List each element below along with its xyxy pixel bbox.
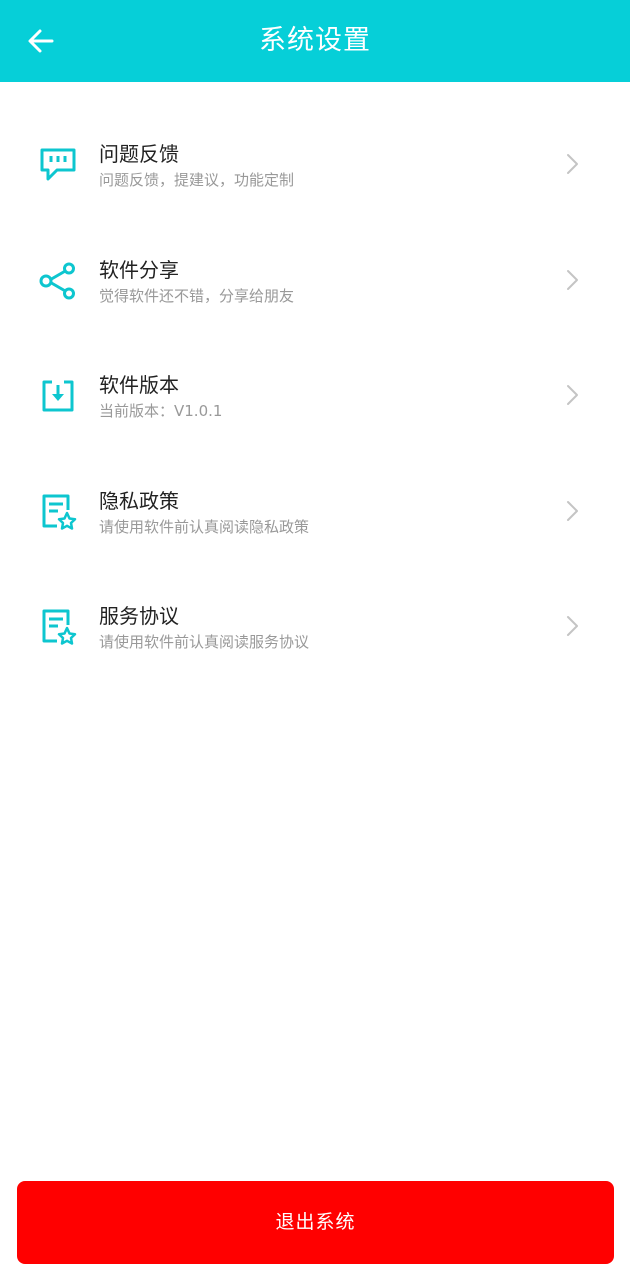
document-star-icon bbox=[42, 494, 77, 530]
document-star-icon bbox=[42, 609, 77, 645]
menu-item-share[interactable]: 软件分享 觉得软件还不错，分享给朋友 bbox=[0, 223, 630, 339]
menu-item-feedback[interactable]: 问题反馈 问题反馈，提建议，功能定制 bbox=[0, 107, 630, 223]
menu-item-desc: 觉得软件还不错，分享给朋友 bbox=[99, 286, 295, 305]
app-header: 系统设置 bbox=[0, 0, 630, 82]
chevron-right-icon bbox=[567, 154, 578, 174]
menu-item-version[interactable]: 软件版本 当前版本：V1.0.1 bbox=[0, 338, 630, 454]
logout-button[interactable]: 退出系统 bbox=[17, 1181, 614, 1264]
menu-item-service-agreement[interactable]: 服务协议 请使用软件前认真阅读服务协议 bbox=[0, 569, 630, 685]
chevron-right-icon bbox=[567, 269, 578, 290]
menu-item-title: 软件版本 bbox=[99, 373, 179, 397]
download-icon bbox=[42, 380, 74, 412]
chevron-right-icon bbox=[567, 500, 578, 521]
page-title: 系统设置 bbox=[259, 25, 371, 56]
menu-item-desc: 当前版本：V1.0.1 bbox=[99, 402, 223, 420]
settings-menu: 问题反馈 问题反馈，提建议，功能定制 软件分享 觉得软件还不错，分享给朋友 软件… bbox=[0, 107, 630, 685]
menu-item-desc: 请使用软件前认真阅读隐私政策 bbox=[99, 517, 310, 536]
chevron-right-icon bbox=[567, 616, 578, 636]
menu-item-desc: 请使用软件前认真阅读服务协议 bbox=[99, 633, 310, 651]
chevron-right-icon bbox=[567, 385, 578, 405]
share-icon bbox=[39, 262, 75, 299]
menu-item-title: 隐私政策 bbox=[99, 488, 179, 513]
menu-item-title: 软件分享 bbox=[99, 257, 179, 282]
menu-item-title: 问题反馈 bbox=[99, 142, 179, 166]
menu-item-desc: 问题反馈，提建议，功能定制 bbox=[99, 171, 295, 189]
menu-item-privacy-policy[interactable]: 隐私政策 请使用软件前认真阅读隐私政策 bbox=[0, 454, 630, 570]
menu-item-title: 服务协议 bbox=[99, 604, 179, 628]
feedback-icon bbox=[40, 148, 76, 181]
